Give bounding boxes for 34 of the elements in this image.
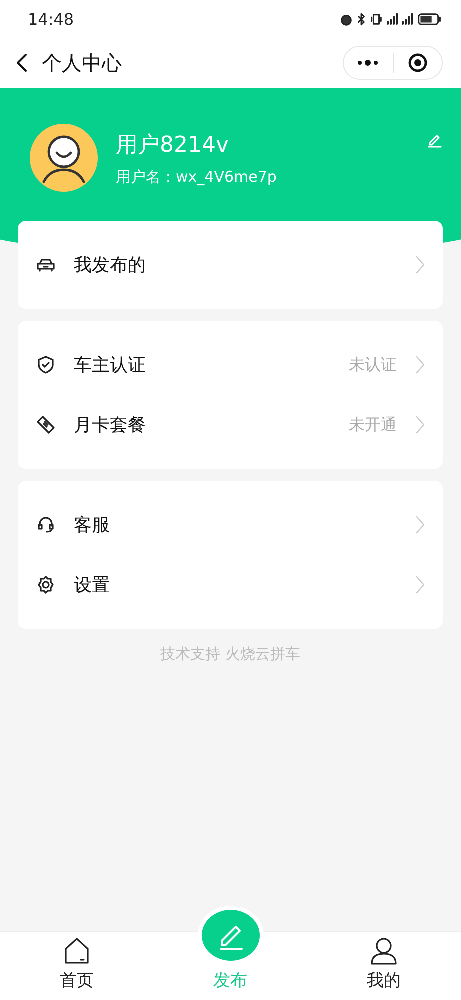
menu-item[interactable]: 车主认证 未认证 [18,335,443,395]
chevron-right-icon [415,575,425,595]
person-icon [369,937,400,965]
menu-item[interactable]: 设置 [18,555,443,615]
signal-icon [387,13,398,25]
home-icon [64,937,90,965]
menu-item[interactable]: 我发布的 [18,235,443,295]
chevron-right-icon [415,355,425,375]
more-icon [356,59,380,67]
back-button[interactable] [16,53,28,73]
vibrate-icon [370,12,383,26]
bluetooth-icon [357,12,366,26]
target-icon [408,53,428,73]
menu-item[interactable]: 月卡套餐 未开通 [18,395,443,455]
battery-icon [417,12,443,26]
headset-icon [36,515,56,535]
status-time: 14:48 [28,10,74,28]
chevron-right-icon [415,255,425,275]
user-username: 用户名：wx_4V6me7p [116,168,278,186]
avatar-icon [30,124,98,192]
tab-item[interactable]: 我的 [307,932,461,1000]
page-title: 个人中心 [42,50,123,76]
chevron-right-icon [415,415,425,435]
shield-icon [36,355,56,375]
pencil-icon [427,132,443,148]
tab-item[interactable]: 首页 [0,932,154,1000]
menu-item[interactable]: 客服 [18,495,443,555]
signal-icon [402,13,413,25]
chevron-right-icon [415,515,425,535]
ticket-icon [36,415,56,435]
user-nickname: 用户8214v [116,132,230,160]
settings-icon [36,575,56,595]
footer-credit: 技术支持 火烧云拼车 [160,645,302,664]
back-icon [16,53,28,73]
